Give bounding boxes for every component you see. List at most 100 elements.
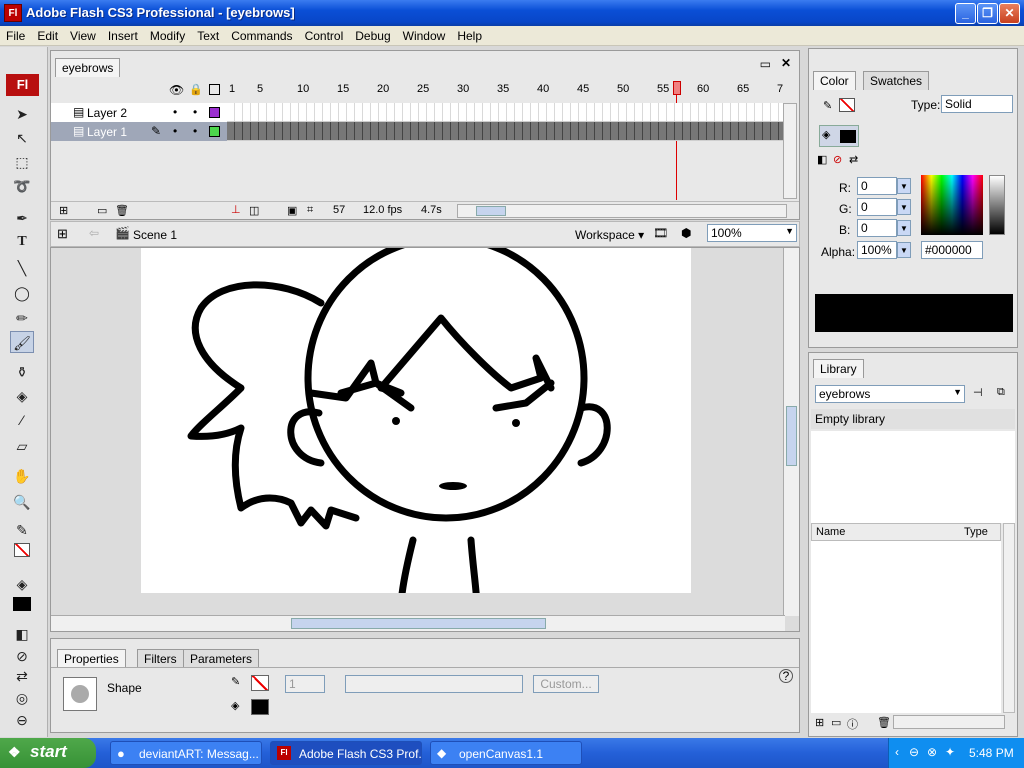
fill-color-swatch[interactable] xyxy=(10,593,34,615)
col-name[interactable]: Name xyxy=(816,526,845,538)
stroke-color-swatch[interactable] xyxy=(251,675,269,691)
zoom-tool-icon[interactable]: 🔍 xyxy=(10,491,34,513)
new-folder-icon[interactable]: ▭ xyxy=(831,716,841,729)
text-tool-icon[interactable]: T xyxy=(10,231,34,253)
library-list[interactable] xyxy=(811,541,1001,713)
stage-v-scrollbar[interactable] xyxy=(783,248,799,616)
menu-file[interactable]: File xyxy=(0,26,31,43)
stroke-color-pencil-icon[interactable]: ✎ xyxy=(10,519,34,541)
brightness-slider[interactable] xyxy=(989,175,1005,235)
task-opencanvas[interactable]: ◆ openCanvas1.1 xyxy=(430,741,582,765)
stroke-color-swatch[interactable] xyxy=(10,539,34,561)
modify-onion-markers-icon[interactable]: ⌗ xyxy=(307,204,313,217)
minimize-button[interactable]: _ xyxy=(955,3,976,24)
fill-color-swatch[interactable] xyxy=(251,699,269,715)
scene-name[interactable]: Scene 1 xyxy=(133,228,177,242)
frame-ruler[interactable]: 1 5 10 15 20 25 30 35 40 45 50 55 60 65 … xyxy=(227,81,787,99)
hand-tool-icon[interactable]: ✋ xyxy=(10,465,34,487)
tray-network-icon[interactable]: ✦ xyxy=(945,745,955,759)
tray-arrow-icon[interactable]: ‹ xyxy=(895,745,899,759)
stage-canvas[interactable] xyxy=(141,248,691,612)
tab-library[interactable]: Library xyxy=(813,359,864,378)
menu-view[interactable]: View xyxy=(64,26,102,43)
edit-multiple-frames-icon[interactable]: ▣ xyxy=(287,204,297,217)
timeline-toggle-icon[interactable]: ⊞ xyxy=(57,226,68,242)
g-slider-button[interactable]: ▼ xyxy=(897,199,911,215)
properties-icon[interactable]: ⓘ xyxy=(847,716,858,732)
subselection-tool-icon[interactable]: ↖ xyxy=(10,127,34,149)
edit-scene-icon[interactable]: 🎞 xyxy=(653,226,668,240)
start-button[interactable]: ❖ start xyxy=(0,738,96,768)
eyedropper-tool-icon[interactable]: ⁄ xyxy=(10,409,34,431)
default-colors-icon[interactable]: ◧ xyxy=(817,153,827,166)
b-field[interactable]: 0 xyxy=(857,219,897,237)
new-library-panel-icon[interactable]: ⧉ xyxy=(997,386,1005,399)
timeline-h-scrollbar[interactable] xyxy=(457,204,787,218)
lasso-tool-icon[interactable]: ➰ xyxy=(10,175,34,197)
tab-parameters[interactable]: Parameters xyxy=(183,649,260,668)
visibility-dot[interactable]: • xyxy=(173,124,177,138)
playhead[interactable] xyxy=(673,81,681,201)
stroke-height-field[interactable]: 1 xyxy=(285,675,325,693)
default-colors-icon[interactable]: ◧ xyxy=(10,623,34,645)
swap-colors-icon[interactable]: ⇄ xyxy=(849,153,858,166)
document-tab[interactable]: eyebrows xyxy=(55,58,121,77)
scroll-thumb[interactable] xyxy=(786,406,797,466)
smooth-icon[interactable]: ⊖ xyxy=(10,709,34,731)
workspace-dropdown[interactable]: Workspace ▾ xyxy=(575,228,644,242)
g-field[interactable]: 0 xyxy=(857,198,897,216)
center-frame-icon[interactable]: ⊥ xyxy=(231,203,241,216)
no-color-icon[interactable]: ⊘ xyxy=(10,645,34,667)
custom-button[interactable]: Custom... xyxy=(533,675,599,693)
layer-outline-color[interactable] xyxy=(209,126,220,137)
add-layer-icon[interactable]: ⊞ xyxy=(59,204,68,217)
layer-row-2[interactable]: ▤ Layer 2 • • xyxy=(51,103,227,122)
outline-icon[interactable] xyxy=(209,84,220,95)
color-spectrum-picker[interactable] xyxy=(921,175,983,235)
layer-outline-color[interactable] xyxy=(209,107,220,118)
snap-to-objects-icon[interactable]: ◎ xyxy=(10,687,34,709)
menu-edit[interactable]: Edit xyxy=(31,26,64,43)
fill-toggle[interactable]: ◈ xyxy=(819,125,859,147)
alpha-slider-button[interactable]: ▼ xyxy=(897,242,911,258)
ink-bottle-tool-icon[interactable]: ⚱ xyxy=(10,361,34,383)
hex-field[interactable]: #000000 xyxy=(921,241,983,259)
help-icon[interactable]: ? xyxy=(779,669,793,683)
tab-properties[interactable]: Properties xyxy=(57,649,126,668)
type-select[interactable]: Solid xyxy=(941,95,1013,113)
alpha-field[interactable]: 100% xyxy=(857,241,897,259)
menu-control[interactable]: Control xyxy=(299,26,350,43)
b-slider-button[interactable]: ▼ xyxy=(897,220,911,236)
stroke-style-select[interactable] xyxy=(345,675,523,693)
frame-rate[interactable]: 12.0 fps xyxy=(363,204,402,216)
lock-dot[interactable]: • xyxy=(193,105,197,119)
layer-1-frames[interactable] xyxy=(227,122,787,141)
task-flash[interactable]: Fl Adobe Flash CS3 Prof... xyxy=(270,741,422,765)
layer-name[interactable]: Layer 2 xyxy=(87,106,127,120)
timeline-v-scrollbar[interactable] xyxy=(783,103,797,199)
layer-row-1[interactable]: ▤ Layer 1 ✎ • • xyxy=(51,122,227,141)
library-h-scrollbar[interactable] xyxy=(893,715,1005,729)
visibility-dot[interactable]: • xyxy=(173,105,177,119)
close-button[interactable]: ✕ xyxy=(999,3,1020,24)
back-arrow-icon[interactable]: ⇦ xyxy=(89,226,99,240)
menu-commands[interactable]: Commands xyxy=(225,26,298,43)
delete-icon[interactable]: 🗑 xyxy=(877,716,891,729)
new-symbol-icon[interactable]: ⊞ xyxy=(815,716,824,729)
swap-colors-icon[interactable]: ⇄ xyxy=(10,665,34,687)
scroll-thumb[interactable] xyxy=(476,206,506,216)
pen-tool-icon[interactable]: ✒ xyxy=(10,207,34,229)
delete-layer-icon[interactable]: 🗑 xyxy=(115,204,129,217)
menu-modify[interactable]: Modify xyxy=(144,26,191,43)
zoom-select[interactable]: 100% ▼ xyxy=(707,224,797,242)
no-color-icon[interactable]: ⊘ xyxy=(833,153,842,166)
tab-color[interactable]: Color xyxy=(813,71,856,90)
menu-debug[interactable]: Debug xyxy=(349,26,396,43)
fill-color-bucket-icon[interactable]: ◈ xyxy=(10,573,34,595)
library-doc-select[interactable]: eyebrows ▼ xyxy=(815,385,965,403)
library-v-scrollbar[interactable] xyxy=(1003,523,1015,713)
task-deviantart[interactable]: ● deviantART: Messag... xyxy=(110,741,262,765)
menu-insert[interactable]: Insert xyxy=(102,26,144,43)
pencil-tool-icon[interactable]: ✏ xyxy=(10,307,34,329)
chevron-down-icon[interactable]: ▼ xyxy=(953,387,962,397)
